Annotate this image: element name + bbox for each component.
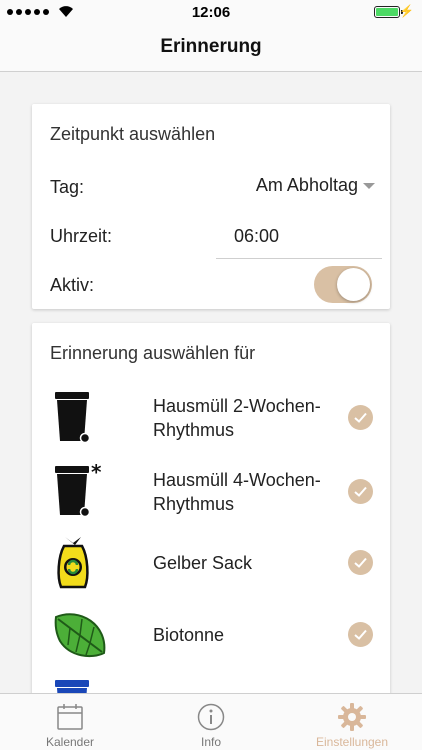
time-settings-card: Zeitpunkt auswählen Tag: Am Abholtag Uhr… <box>32 104 390 309</box>
gear-icon <box>338 703 366 731</box>
reminder-item-label: Gelber Sack <box>153 553 253 573</box>
page-title: Erinnerung <box>160 36 262 57</box>
info-icon <box>197 703 225 731</box>
day-dropdown[interactable]: Am Abholtag <box>216 164 390 208</box>
calendar-icon <box>57 704 83 730</box>
day-dropdown-value: Am Abholtag <box>255 175 358 195</box>
tab-label: Kalender <box>45 735 95 749</box>
reminder-item-hausmuell-4[interactable]: * Hausmüll 4-Wochen-Rhythmus <box>32 463 390 529</box>
day-label: Tag: <box>50 177 85 197</box>
time-label: Uhrzeit: <box>50 226 113 246</box>
reminder-item-label: Hausmüll 4-Wochen-Rhythmus <box>153 470 321 514</box>
navigation-bar: Erinnerung <box>0 24 422 72</box>
status-bar: 12:06 ⚡ <box>0 0 422 24</box>
reminder-item-gelber-sack[interactable]: Gelber Sack <box>32 533 390 599</box>
reminder-item-label: Biotonne <box>153 625 225 645</box>
time-card-heading: Zeitpunkt auswählen <box>50 124 216 144</box>
tab-einstellungen[interactable]: Einstellungen <box>282 694 422 750</box>
time-input[interactable]: 06:00 <box>216 222 382 259</box>
black-bin-star-icon: * <box>55 463 102 518</box>
reminder-item-hausmuell-2[interactable]: Hausmüll 2-Wochen-Rhythmus <box>32 389 390 455</box>
tab-kalender[interactable]: Kalender <box>0 694 140 750</box>
charging-icon: ⚡ <box>399 4 414 18</box>
yellow-bag-icon <box>57 537 89 589</box>
svg-text:*: * <box>91 463 102 484</box>
dropdown-arrow-icon <box>363 183 375 189</box>
battery-icon <box>374 6 403 18</box>
active-toggle[interactable] <box>314 266 372 303</box>
checkmark-icon[interactable] <box>348 405 373 430</box>
black-bin-icon <box>55 392 91 444</box>
reminder-selection-card: Erinnerung auswählen für Hausmüll 2-Woch… <box>32 323 390 703</box>
tab-bar: Kalender Info Einstellungen <box>0 693 422 750</box>
status-time: 12:06 <box>191 4 231 21</box>
tab-label: Info <box>200 735 221 749</box>
toggle-knob <box>337 268 370 301</box>
tab-label: Einstellungen <box>315 735 389 749</box>
reminder-item-label: Hausmüll 2-Wochen-Rhythmus <box>153 396 321 440</box>
checkmark-icon[interactable] <box>348 479 373 504</box>
reminder-item-biotonne[interactable]: Biotonne <box>32 605 390 671</box>
reminder-card-heading: Erinnerung auswählen für <box>50 343 256 363</box>
green-leaf-icon <box>54 613 106 658</box>
active-label: Aktiv: <box>50 275 95 295</box>
tab-info[interactable]: Info <box>141 694 281 750</box>
checkmark-icon[interactable] <box>348 550 373 575</box>
checkmark-icon[interactable] <box>348 622 373 647</box>
